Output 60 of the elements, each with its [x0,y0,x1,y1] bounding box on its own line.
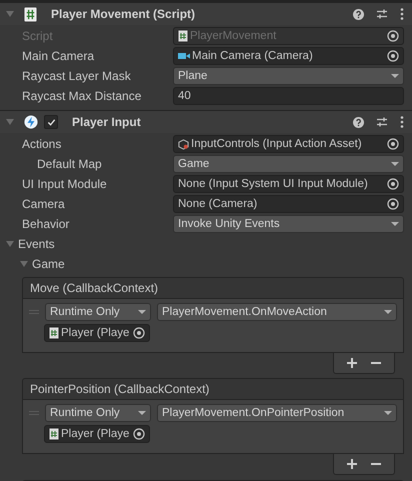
script-file-icon [49,428,59,440]
object-field[interactable]: None (Camera) [173,195,404,213]
camera-icon [178,51,190,61]
object-field[interactable]: InputControls (Input Action Asset) [173,135,404,153]
help-icon[interactable] [353,116,364,128]
more-options-icon[interactable] [400,8,404,20]
dropdown[interactable]: Game [173,155,404,173]
dropdown-caret-icon [391,161,399,167]
plus-icon [347,459,357,469]
object-field[interactable]: Player (Playe [44,425,150,443]
field-label: UI Input Module [22,177,108,191]
plus-icon [347,358,357,368]
dropdown-caret-icon [391,73,399,79]
more-options-icon[interactable] [400,116,404,128]
dropdown-caret-icon [138,309,146,315]
settings-sliders-icon[interactable] [376,116,388,128]
object-picker-icon[interactable] [387,198,399,210]
function-dropdown[interactable]: PlayerMovement.OnMoveAction [157,303,397,321]
runtime-dropdown[interactable]: Runtime Only [45,303,151,321]
object-field[interactable]: Player (Playe [44,324,150,342]
asset-cube-icon [178,138,189,150]
dropdown-caret-icon [138,410,146,416]
script-file-icon [49,327,59,339]
events-foldout[interactable]: Events [6,235,404,253]
field-label: Actions [22,137,62,151]
object-picker-icon[interactable] [133,327,145,339]
settings-sliders-icon[interactable] [376,8,388,20]
object-picker-icon[interactable] [387,50,399,62]
field-label: Raycast Max Distance [22,89,142,103]
component-title: Player Movement (Script) [51,7,196,21]
field-label: Raycast Layer Mask [22,69,132,83]
field-label: Behavior [22,217,70,231]
object-field[interactable]: Main Camera (Camera) [173,47,404,65]
object-picker-icon[interactable] [133,428,145,440]
script-file-icon [24,6,37,22]
help-icon[interactable] [353,8,364,20]
runtime-dropdown[interactable]: Runtime Only [45,404,151,422]
dropdown-caret-icon [391,221,399,227]
event-header: Move (CallbackContext) [22,277,404,299]
checkmark-icon [46,118,56,126]
object-picker-icon[interactable] [387,138,399,150]
script-file-icon [178,30,188,42]
dropdown-caret-icon [384,410,392,416]
action-map-foldout[interactable]: Game [20,255,404,273]
field-label: Camera [22,197,66,211]
component-header[interactable]: Player Movement (Script) [0,3,412,25]
dropdown[interactable]: Plane [173,67,404,85]
dropdown-caret-icon [384,309,392,315]
function-dropdown[interactable]: PlayerMovement.OnPointerPosition [157,404,397,422]
lightning-bolt-icon [24,115,38,129]
event-header: PointerPosition (CallbackContext) [22,378,404,400]
dropdown[interactable]: Invoke Unity Events [173,215,404,233]
number-field[interactable]: 40 [173,87,404,105]
object-field[interactable]: None (Input System UI Input Module) [173,175,404,193]
object-picker-icon[interactable] [387,178,399,190]
component-header[interactable]: Player Input [0,111,412,133]
field-label: Default Map [36,157,103,171]
component-title: Player Input [72,115,141,129]
field-label: Main Camera [22,49,96,63]
enabled-checkbox[interactable] [44,115,58,129]
